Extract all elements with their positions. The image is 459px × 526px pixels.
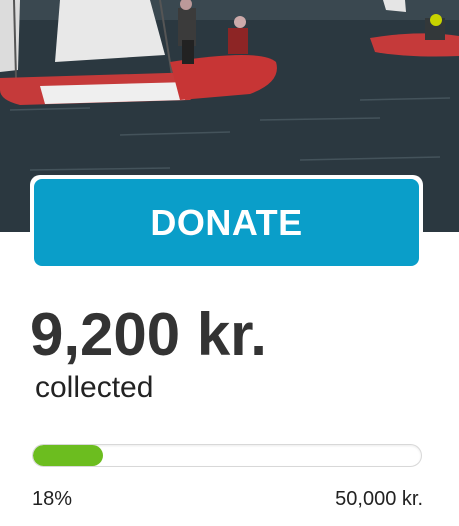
donation-card: DONATE 9,200 kr. collected 18% 50,000 kr… (0, 0, 459, 526)
progress-bar (32, 444, 422, 467)
donate-button-frame: DONATE (30, 175, 423, 270)
progress-fill (33, 445, 103, 466)
collected-label: collected (35, 371, 154, 404)
goal-amount: 50,000 kr. (335, 488, 423, 510)
amount-collected: 9,200 kr. (30, 301, 267, 368)
donate-button[interactable]: DONATE (34, 179, 419, 266)
progress-percent: 18% (32, 488, 73, 510)
